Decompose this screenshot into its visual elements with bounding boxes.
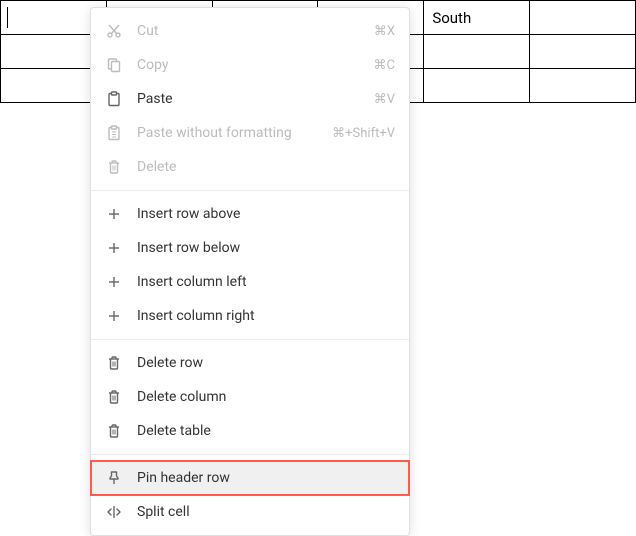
- menu-label: Pin header row: [137, 470, 395, 486]
- menu-label: Insert row below: [137, 240, 395, 256]
- menu-shortcut: ⌘V: [374, 92, 395, 107]
- trash-icon: [105, 422, 123, 440]
- menu-item-insert-row-above[interactable]: Insert row above: [91, 197, 409, 231]
- menu-label: Insert column left: [137, 274, 395, 290]
- menu-shortcut: ⌘X: [374, 24, 395, 39]
- menu-item-insert-column-left[interactable]: Insert column left: [91, 265, 409, 299]
- paste-icon: [105, 90, 123, 108]
- menu-divider: [91, 190, 409, 191]
- pin-icon: [105, 469, 123, 487]
- menu-label: Delete column: [137, 389, 395, 405]
- table-cell[interactable]: [424, 69, 530, 103]
- copy-icon: [105, 56, 123, 74]
- menu-label: Paste: [137, 91, 374, 107]
- cut-icon: [105, 22, 123, 40]
- plus-icon: [105, 273, 123, 291]
- menu-item-copy: Copy⌘C: [91, 48, 409, 82]
- menu-item-paste-without-formatting: Paste without formatting⌘+Shift+V: [91, 116, 409, 150]
- table-cell[interactable]: South: [424, 1, 530, 35]
- plus-icon: [105, 239, 123, 257]
- trash-icon: [105, 354, 123, 372]
- menu-label: Delete row: [137, 355, 395, 371]
- menu-label: Copy: [137, 57, 374, 73]
- menu-item-delete: Delete: [91, 150, 409, 184]
- menu-shortcut: ⌘C: [374, 58, 395, 73]
- menu-item-paste[interactable]: Paste⌘V: [91, 82, 409, 116]
- menu-label: Delete table: [137, 423, 395, 439]
- menu-label: Delete: [137, 159, 395, 175]
- menu-item-insert-row-below[interactable]: Insert row below: [91, 231, 409, 265]
- plus-icon: [105, 307, 123, 325]
- menu-item-delete-row[interactable]: Delete row: [91, 346, 409, 380]
- menu-label: Paste without formatting: [137, 125, 332, 141]
- menu-item-delete-table[interactable]: Delete table: [91, 414, 409, 448]
- menu-label: Insert row above: [137, 206, 395, 222]
- paste-plain-icon: [105, 124, 123, 142]
- trash-icon: [105, 158, 123, 176]
- table-cell[interactable]: [530, 69, 636, 103]
- menu-item-split-cell[interactable]: Split cell: [91, 495, 409, 529]
- menu-item-cut: Cut⌘X: [91, 14, 409, 48]
- menu-item-insert-column-right[interactable]: Insert column right: [91, 299, 409, 333]
- table-cell[interactable]: [424, 35, 530, 69]
- menu-item-delete-column[interactable]: Delete column: [91, 380, 409, 414]
- menu-divider: [91, 339, 409, 340]
- table-cell[interactable]: [530, 35, 636, 69]
- menu-label: Cut: [137, 23, 374, 39]
- plus-icon: [105, 205, 123, 223]
- context-menu: Cut⌘XCopy⌘CPaste⌘VPaste without formatti…: [90, 7, 410, 536]
- text-cursor: [7, 7, 8, 28]
- menu-label: Insert column right: [137, 308, 395, 324]
- menu-shortcut: ⌘+Shift+V: [332, 126, 395, 141]
- trash-icon: [105, 388, 123, 406]
- split-icon: [105, 503, 123, 521]
- menu-divider: [91, 454, 409, 455]
- table-cell[interactable]: [530, 1, 636, 35]
- menu-item-pin-header-row[interactable]: Pin header row: [91, 461, 409, 495]
- menu-label: Split cell: [137, 504, 395, 520]
